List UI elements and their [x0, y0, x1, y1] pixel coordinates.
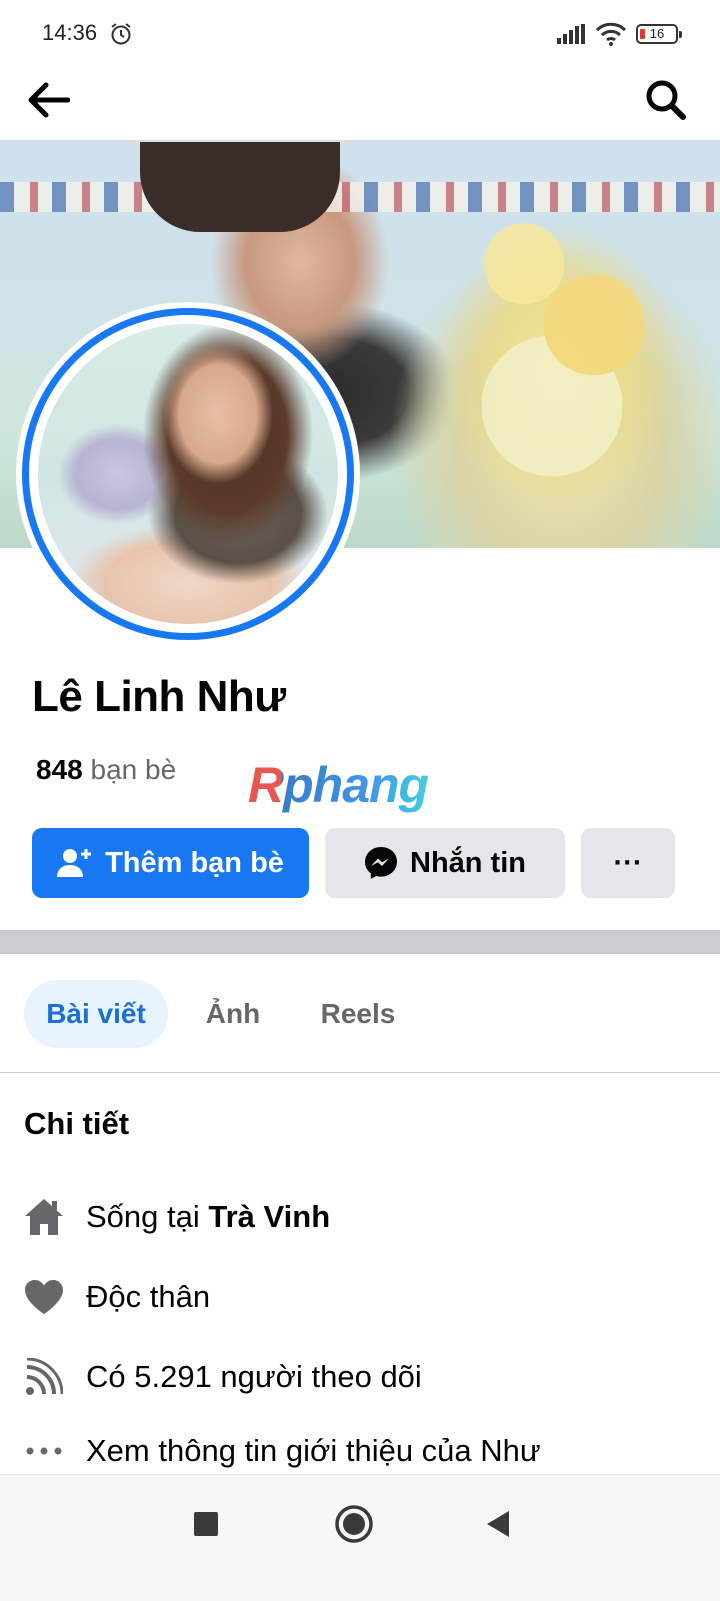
- detail-lives-in: Sống tại Trà Vinh: [22, 1192, 702, 1242]
- relationship-text: Độc thân: [86, 1279, 211, 1314]
- signal-icon: [557, 24, 585, 49]
- nav-recents-button[interactable]: [186, 1504, 226, 1544]
- profile-photo-image: [38, 324, 338, 624]
- back-button[interactable]: [18, 72, 78, 128]
- see-about-text: Xem thông tin giới thiệu của Như: [86, 1433, 541, 1468]
- details-heading: Chi tiết: [24, 1106, 130, 1141]
- battery-icon: 16: [636, 24, 682, 44]
- alarm-icon: [110, 22, 132, 51]
- nav-home-button[interactable]: [330, 1500, 378, 1548]
- lives-in-prefix: Sống tại: [86, 1199, 200, 1234]
- see-about-info-link[interactable]: Xem thông tin giới thiệu của Như: [22, 1426, 702, 1476]
- tabs-divider: [0, 1072, 720, 1073]
- friend-count-label: bạn bè: [90, 754, 177, 785]
- detail-followers: Có 5.291 người theo dõi: [22, 1352, 702, 1402]
- wifi-icon: [595, 22, 627, 51]
- tab-posts[interactable]: Bài viết: [24, 980, 168, 1048]
- friend-count-number: 848: [36, 754, 83, 785]
- lives-in-place: Trà Vinh: [208, 1199, 331, 1234]
- add-friend-button[interactable]: Thêm bạn bè: [32, 828, 309, 898]
- message-button[interactable]: Nhắn tin: [325, 828, 565, 898]
- add-friend-icon: [57, 849, 92, 877]
- tab-reels[interactable]: Reels: [300, 980, 416, 1048]
- nav-back-button[interactable]: [478, 1504, 518, 1544]
- add-friend-label: Thêm bạn bè: [105, 846, 284, 879]
- more-dots-icon: [22, 1429, 66, 1473]
- search-icon: [646, 80, 686, 120]
- triangle-back-icon: [487, 1511, 509, 1537]
- messenger-icon: [365, 847, 397, 879]
- message-label: Nhắn tin: [410, 846, 526, 879]
- back-arrow-icon: [28, 82, 70, 118]
- tab-photos[interactable]: Ảnh: [190, 980, 276, 1048]
- battery-level: 16: [649, 26, 665, 41]
- friend-count[interactable]: 848 bạn bè: [36, 754, 176, 786]
- home-icon: [22, 1195, 66, 1239]
- profile-picture[interactable]: [16, 302, 360, 646]
- heart-icon: [22, 1275, 66, 1319]
- square-icon: [194, 1512, 218, 1536]
- more-options-button[interactable]: ···: [581, 828, 675, 898]
- circle-icon: [335, 1505, 373, 1543]
- detail-relationship: Độc thân: [22, 1272, 702, 1322]
- section-separator: [0, 930, 720, 954]
- rss-icon: [22, 1355, 66, 1399]
- more-options-icon: ···: [613, 846, 643, 879]
- status-time: 14:36: [42, 20, 98, 45]
- watermark-logo: Rphang: [248, 757, 429, 813]
- search-button[interactable]: [636, 72, 696, 128]
- followers-text: Có 5.291 người theo dõi: [86, 1359, 422, 1394]
- profile-name: Lê Linh Như: [32, 672, 286, 721]
